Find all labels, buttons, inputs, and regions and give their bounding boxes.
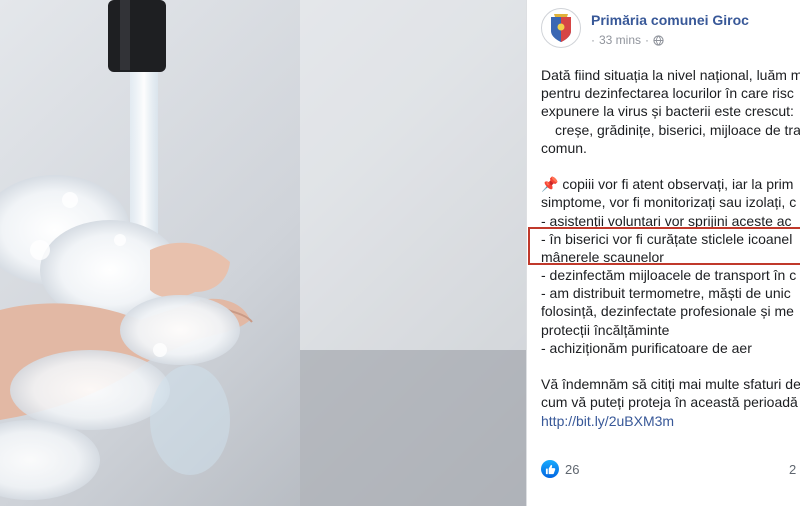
globe-icon[interactable] <box>653 34 664 46</box>
text-line: creșe, grădinițe, biserici, mijloace de … <box>555 121 800 138</box>
text-line: 📌 copiii vor fi atent observați, iar la … <box>541 176 794 193</box>
post-meta: · 33 mins · <box>591 33 664 47</box>
hand-washing-image <box>0 0 526 506</box>
text-line: simptome, vor fi monitorizați sau izolaț… <box>541 194 797 211</box>
separator-dot: · <box>591 33 595 47</box>
text-line: Dată fiind situația la nivel național, l… <box>541 67 800 83</box>
text-line: - achiziționăm purificatoare de aer <box>541 339 752 356</box>
text-line: expunere la virus și bacterii este cresc… <box>541 103 794 120</box>
post-header: Primăria comunei Giroc · 33 mins · <box>541 8 800 52</box>
text-line: - am distribuit termometre, măști de uni… <box>541 285 791 302</box>
post-photo[interactable] <box>0 0 526 506</box>
post-link[interactable]: http://bit.ly/2uBXM3m <box>541 412 800 430</box>
reactions-count: 26 <box>565 461 580 477</box>
text-line: protecții încălțăminte <box>541 321 670 338</box>
reactions-summary[interactable]: 26 <box>541 460 579 478</box>
comments-count[interactable]: 2 <box>789 462 796 477</box>
text-line: - în biserici vor fi curățate sticlele i… <box>541 230 793 247</box>
post-time[interactable]: 33 mins <box>599 33 641 47</box>
text-line: - dezinfectăm mijloacele de transport în… <box>541 267 797 284</box>
facebook-post: Primăria comunei Giroc · 33 mins · Dată … <box>526 0 800 506</box>
page-name[interactable]: Primăria comunei Giroc <box>591 12 749 28</box>
text-line: mânerele scaunelor <box>541 248 664 265</box>
text-line: cum vă puteți proteja în această perioad… <box>541 394 798 411</box>
text-line: - asistenții voluntari vor sprijini aces… <box>541 212 792 229</box>
coat-of-arms-icon <box>551 14 571 42</box>
like-icon <box>541 460 559 478</box>
text-line: pentru dezinfectarea locurilor în care r… <box>541 85 794 102</box>
text-line: comun. <box>541 139 587 156</box>
text-line: Vă îndemnăm să citiți mai multe sfaturi … <box>541 376 800 393</box>
text-line: folosință, dezinfectate profesionale și … <box>541 303 794 320</box>
page-avatar[interactable] <box>541 8 581 48</box>
separator-dot: · <box>645 33 650 47</box>
post-text: Dată fiind situația la nivel național, l… <box>541 66 800 430</box>
